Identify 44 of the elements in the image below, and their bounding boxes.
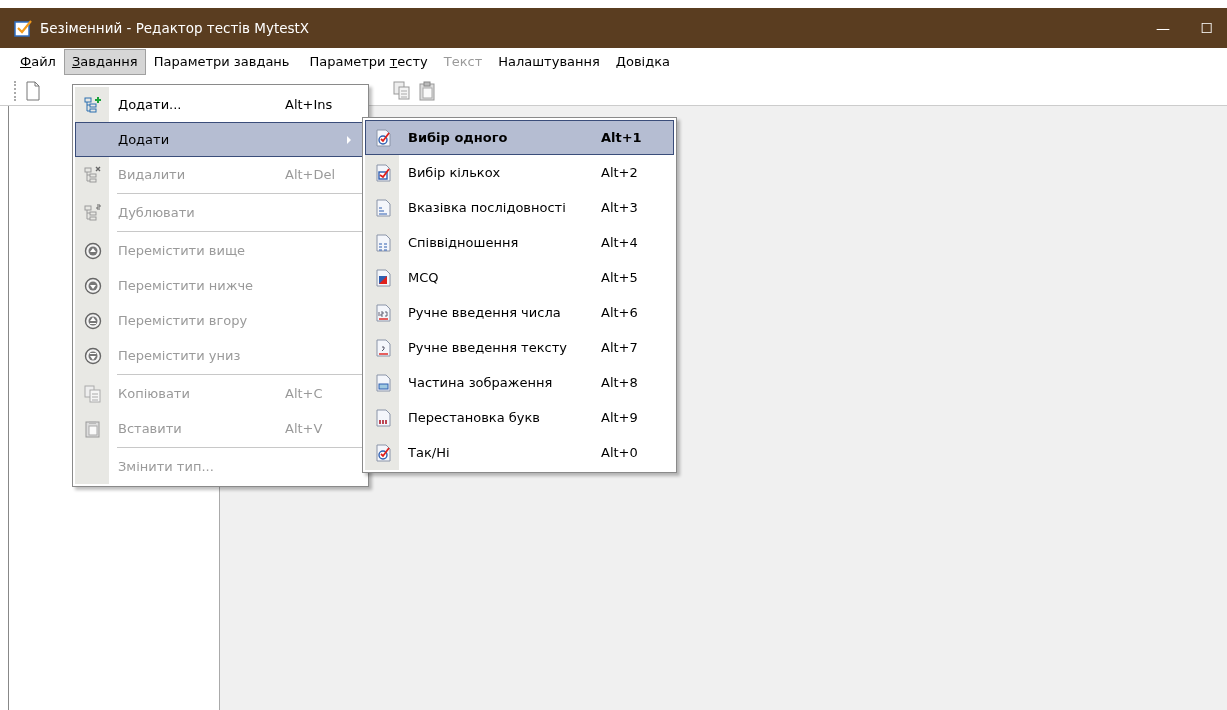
bottom-circle-icon (84, 346, 102, 365)
check-document-icon (374, 163, 392, 182)
clipboard-icon (84, 419, 102, 438)
menu-item[interactable]: MCQ Alt+5 (365, 260, 674, 295)
menu-item[interactable]: Вибір кількох Alt+2 (365, 155, 674, 190)
clipboard-icon (419, 80, 435, 101)
check-document-icon (374, 443, 392, 462)
menu-item[interactable]: Ручне введення числа Alt+6 (365, 295, 674, 330)
check-document-icon (374, 128, 392, 147)
tree-delete-icon (84, 165, 102, 184)
menu-item[interactable]: Вибір одного Alt+1 (365, 120, 674, 155)
number-document-icon (374, 303, 392, 322)
menu-item[interactable]: Налаштування (490, 49, 608, 75)
copy-icon (84, 384, 102, 403)
text-document-icon (374, 338, 392, 357)
square-document-icon (374, 268, 392, 287)
bars-document-icon (374, 408, 392, 427)
menu-item[interactable]: Завдання (63, 49, 146, 75)
maximize-button[interactable]: ☐ (1189, 17, 1213, 39)
image-document-icon (374, 373, 392, 392)
menu-item[interactable]: Параметри завдань (145, 49, 298, 75)
menu-item[interactable]: Ручне введення тексту Alt+7 (365, 330, 674, 365)
new-document-icon (25, 80, 41, 101)
menu-item[interactable]: Перестановка букв Alt+9 (365, 400, 674, 435)
tree-duplicate-icon (84, 203, 102, 222)
copy-icon (393, 80, 411, 101)
table-document-icon (374, 233, 392, 252)
menu-item[interactable]: Так/Ні Alt+0 (365, 435, 674, 470)
list-document-icon (374, 198, 392, 217)
checkbox-icon (14, 19, 32, 37)
menu-item[interactable]: Вказівка послідовності Alt+3 (365, 190, 674, 225)
down-circle-icon (84, 276, 102, 295)
menu-item[interactable]: Додати... Alt+Ins (75, 87, 366, 122)
up-circle-icon (84, 241, 102, 260)
menu-item[interactable]: Співвідношення Alt+4 (365, 225, 674, 260)
tree-add-icon (84, 95, 102, 114)
window-title: Безіменний - Редактор тестів MytestX (40, 18, 310, 38)
menu-item[interactable]: Файл (12, 49, 64, 75)
menu-item[interactable]: Частина зображення Alt+8 (365, 365, 674, 400)
menu-item[interactable]: Параметри тесту (301, 49, 436, 75)
menu-item[interactable]: Довідка (607, 49, 679, 75)
submenu-arrow-icon (345, 135, 353, 144)
minimize-button[interactable]: — (1137, 17, 1189, 39)
top-circle-icon (84, 311, 102, 330)
